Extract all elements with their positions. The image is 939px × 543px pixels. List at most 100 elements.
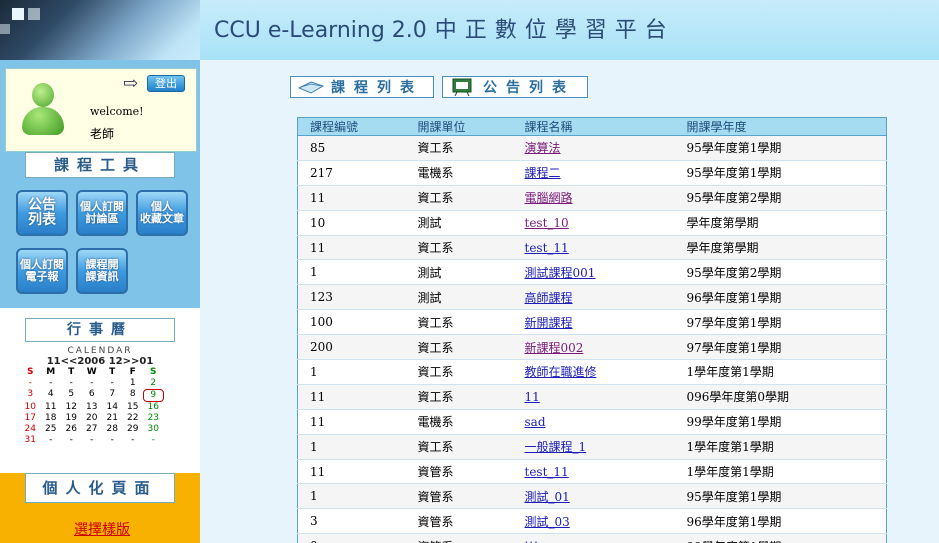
calendar-day[interactable]: 24 [20, 424, 41, 435]
table-row: 200 資工系 新課程002 97學年度第1學期 [297, 334, 887, 361]
calendar-day[interactable]: 4 [41, 389, 62, 402]
subscribed-epaper-label: 個人訂閱 電子報 [20, 257, 64, 283]
column-header-course-name[interactable]: 課程名稱 [512, 117, 675, 136]
calendar-weekday: S [27, 367, 34, 377]
personalization-panel: 個人化頁面 選擇樣版 [0, 473, 200, 543]
tab-announcement-list[interactable]: 公告列表 [442, 76, 588, 98]
tab-course-list[interactable]: 課程列表 [290, 76, 434, 98]
calendar-day[interactable]: 26 [61, 424, 82, 435]
term-cell: 1學年度第1學期 [674, 359, 887, 385]
calendar-day[interactable]: 15 [123, 402, 144, 413]
subscribed-forum-button[interactable]: 個人訂閱 討論區 [76, 190, 128, 236]
course-id-cell: 11 [297, 235, 406, 261]
calendar-day[interactable]: 25 [41, 424, 62, 435]
course-name-link[interactable]: 新開課程 [525, 316, 573, 330]
calendar-weekday: M [46, 367, 56, 377]
course-name-link[interactable]: 11 [525, 390, 540, 404]
course-table-body: 85 資工系 演算法 95學年度第1學期 217 電機系 課程二 95學年度第1學期 11 資工系… [297, 135, 887, 543]
table-row: 1 資工系 教師在職進修 1學年度第1學期 [297, 359, 887, 385]
table-row: 100 資工系 新開課程 97學年度第1學期 [297, 309, 887, 336]
term-cell: 97學年度第1學期 [674, 334, 887, 361]
calendar-day[interactable]: 19 [61, 413, 82, 424]
calendar-day[interactable]: 30 [143, 424, 164, 435]
calendar-day: - [69, 435, 73, 445]
calendar-day[interactable]: 18 [41, 413, 62, 424]
calendar-day[interactable]: 29 [123, 424, 144, 435]
logout-button[interactable]: 登出 [147, 75, 185, 92]
site-title-zh: 中正數位學習平台 [434, 18, 675, 43]
course-name-link[interactable]: sad [525, 415, 546, 429]
course-name-link[interactable]: 課程二 [525, 166, 561, 180]
calendar-day: - [90, 378, 94, 388]
department-cell: 電機系 [405, 409, 513, 435]
calendar-day[interactable]: 5 [61, 389, 82, 402]
calendar-day[interactable]: 22 [123, 413, 144, 424]
calendar-day[interactable]: 16 [143, 402, 164, 413]
course-name-link[interactable]: 高師課程 [525, 291, 573, 305]
calendar-day[interactable]: 1 [123, 378, 144, 389]
course-name-link[interactable]: 新課程002 [525, 341, 584, 355]
calendar-day[interactable]: 20 [82, 413, 103, 424]
calendar-day[interactable]: 3 [20, 389, 41, 402]
announcement-list-button[interactable]: 公告 列表 [16, 190, 68, 236]
table-row: 0資管系 ttt 99學年度第1學期 [297, 533, 887, 543]
course-name-link[interactable]: 電腦網路 [525, 191, 573, 205]
column-header-term[interactable]: 開課學年度 [674, 117, 887, 136]
calendar-day[interactable]: 13 [82, 402, 103, 413]
course-name-link[interactable]: 一般課程_1 [525, 440, 587, 454]
calendar-day[interactable]: 12 [61, 402, 82, 413]
course-id-cell: 11 [297, 459, 406, 485]
calendar-day[interactable]: 2 [143, 378, 164, 389]
select-template-link[interactable]: 選擇樣版 [74, 519, 130, 539]
calendar-day-today[interactable]: 9 [143, 389, 164, 402]
subscribed-epaper-button[interactable]: 個人訂閱 電子報 [16, 248, 68, 294]
calendar-day: - [131, 435, 135, 445]
course-name-link[interactable]: ttt [525, 539, 539, 543]
calendar-day[interactable]: 7 [102, 389, 123, 402]
course-name-link[interactable]: test_10 [525, 216, 569, 230]
course-name-link[interactable]: test_11 [525, 465, 569, 479]
course-id-cell: 1 [297, 483, 406, 510]
table-row: 11 資工系 test_11 學年度第學期 [297, 235, 887, 261]
welcome-text: welcome! [90, 105, 144, 118]
calendar-month-nav[interactable]: 11<<2006 12>>01 [8, 356, 192, 367]
calendar-day[interactable]: 10 [20, 402, 41, 413]
term-cell: 95學年度第2學期 [674, 185, 887, 211]
calendar-day[interactable]: 8 [123, 389, 144, 402]
course-name-cell: 11 [512, 384, 675, 410]
course-info-button[interactable]: 課程開 課資訊 [76, 248, 128, 294]
calendar-day[interactable]: 17 [20, 413, 41, 424]
department-cell: 測試 [405, 210, 513, 236]
calendar-day[interactable]: 31 [20, 435, 41, 446]
table-row: 217 電機系 課程二 95學年度第1學期 [297, 160, 887, 186]
calendar-day[interactable]: 27 [82, 424, 103, 435]
course-name-link[interactable]: test_11 [525, 241, 569, 255]
course-id-cell: 11 [297, 384, 406, 410]
calendar-day[interactable]: 28 [102, 424, 123, 435]
department-cell: 資工系 [405, 185, 513, 211]
column-header-department[interactable]: 開課單位 [405, 117, 513, 136]
table-row: 11 資管系 test_11 1學年度第1學期 [297, 459, 887, 485]
course-name-link[interactable]: 測試課程001 [525, 266, 596, 280]
course-name-link[interactable]: 測試_01 [525, 490, 570, 504]
calendar-day[interactable]: 6 [82, 389, 103, 402]
course-id-cell: 85 [297, 135, 406, 161]
calendar-day[interactable]: 21 [102, 413, 123, 424]
calendar-day[interactable]: 11 [41, 402, 62, 413]
course-name-link[interactable]: 教師在職進修 [525, 365, 597, 379]
term-cell: 096學年度第0學期 [674, 384, 887, 410]
main-content: 課程列表 公告列表 課程編號 開課單位 課程名稱 開課學年度 85 資工系 演算法 9… [200, 60, 939, 543]
term-cell: 96學年度第1學期 [674, 508, 887, 535]
course-id-cell: 10 [297, 210, 406, 236]
favorite-articles-button[interactable]: 個人 收藏文章 [136, 190, 188, 236]
calendar-day[interactable]: 14 [102, 402, 123, 413]
course-name-cell: 測試_03 [512, 508, 675, 535]
course-name-link[interactable]: 測試_03 [525, 515, 570, 529]
department-cell: 資管系 [405, 533, 513, 543]
department-cell: 測試 [405, 259, 513, 286]
logout-arrow-icon[interactable]: ⇨ [123, 73, 138, 94]
column-header-course-id[interactable]: 課程編號 [297, 117, 406, 136]
course-name-link[interactable]: 演算法 [525, 141, 561, 155]
calendar-day[interactable]: 23 [143, 413, 164, 424]
tab-announcement-list-label: 公告列表 [483, 80, 575, 96]
